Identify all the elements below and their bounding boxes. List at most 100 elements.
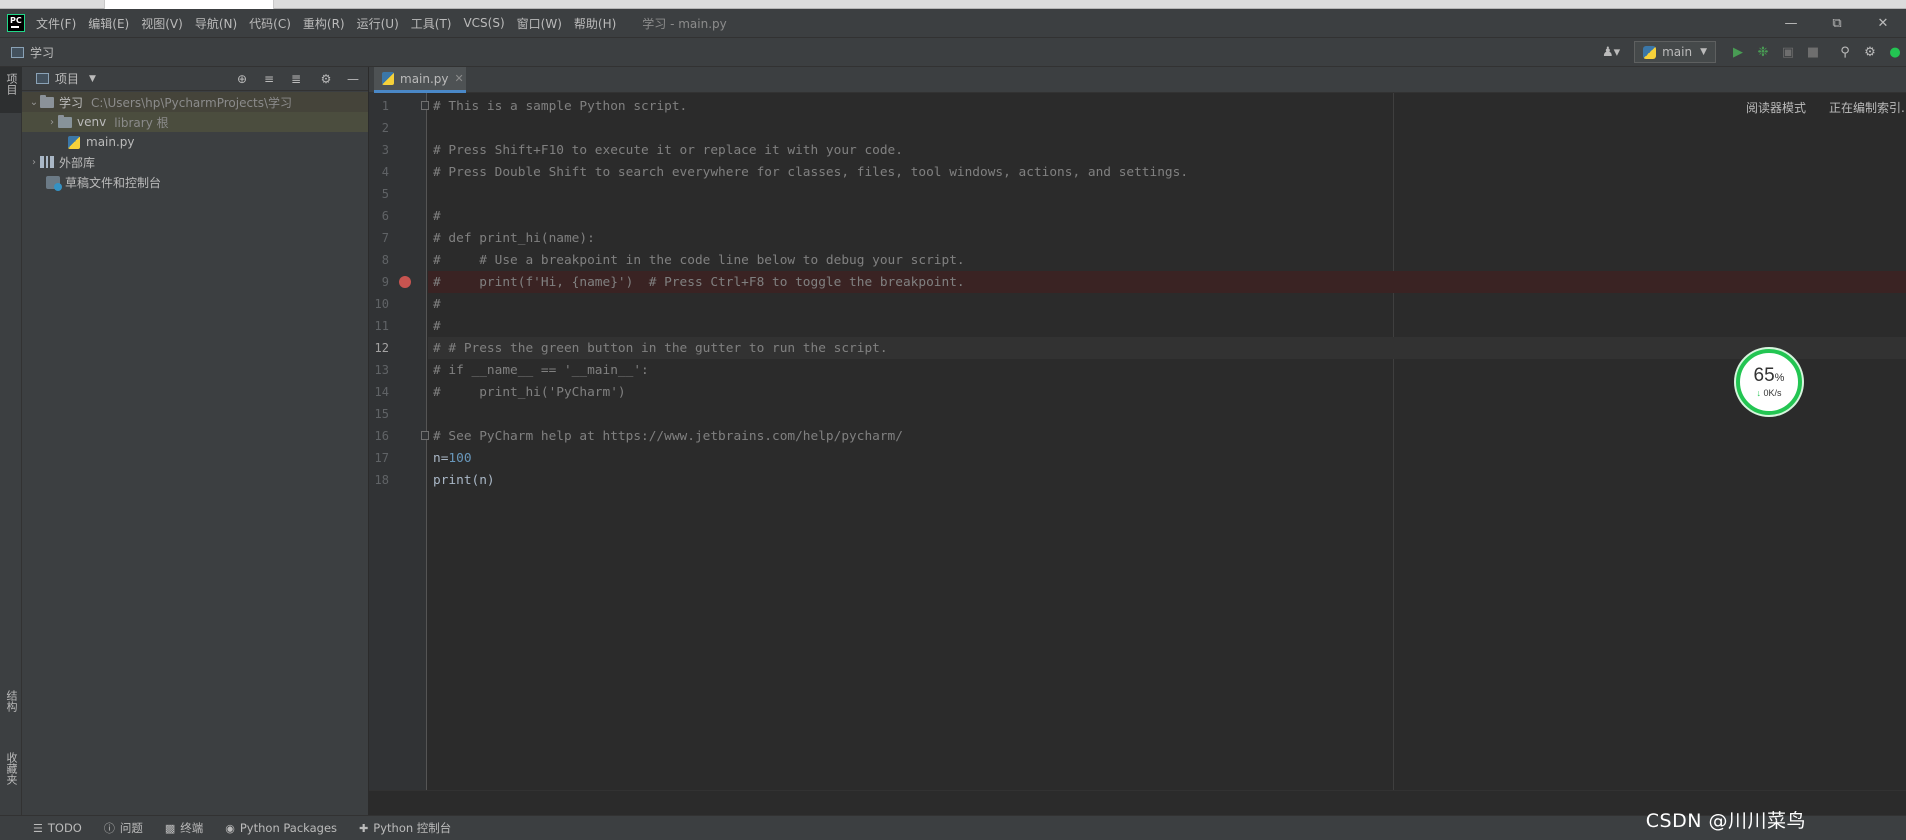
- tree-item-venv[interactable]: › venv library 根: [22, 112, 368, 132]
- line-number[interactable]: 5: [369, 187, 389, 201]
- python-packages-button[interactable]: ◉ Python Packages: [225, 821, 337, 835]
- todo-button[interactable]: ☰ TODO: [33, 821, 82, 835]
- browser-tab[interactable]: [104, 0, 274, 9]
- breakpoint-icon[interactable]: [399, 276, 411, 288]
- line-number[interactable]: 1: [369, 99, 389, 113]
- line-number[interactable]: 2: [369, 121, 389, 135]
- tab-main-py[interactable]: main.py ✕: [374, 67, 466, 93]
- code-line[interactable]: # def print_hi(name):: [433, 227, 595, 249]
- python-console-button[interactable]: ✚ Python 控制台: [359, 820, 451, 836]
- reader-mode-button[interactable]: 阅读器模式: [1746, 99, 1806, 116]
- menu-view[interactable]: 视图(V): [141, 15, 183, 32]
- tree-item-main-py[interactable]: main.py: [22, 132, 368, 152]
- menu-file[interactable]: 文件(F): [36, 15, 76, 32]
- menu-tools[interactable]: 工具(T): [411, 15, 452, 32]
- line-number[interactable]: 10: [369, 297, 389, 311]
- menu-refactor[interactable]: 重构(R): [303, 15, 345, 32]
- tab-favorites[interactable]: 收藏夹: [0, 746, 22, 808]
- tab-project[interactable]: 项目: [0, 67, 22, 113]
- collapse-all-icon[interactable]: ≣: [285, 68, 307, 90]
- project-panel-title[interactable]: 项目: [55, 70, 79, 87]
- menu-window[interactable]: 窗口(W): [517, 15, 562, 32]
- expand-all-icon[interactable]: ≡: [258, 68, 280, 90]
- hide-icon[interactable]: —: [342, 68, 364, 90]
- menu-help[interactable]: 帮助(H): [574, 15, 616, 32]
- stop-icon[interactable]: ■: [1802, 41, 1824, 63]
- network-speed-widget[interactable]: 65% ↓ 0K/s: [1736, 349, 1802, 415]
- code-line[interactable]: # Press Double Shift to search everywher…: [433, 161, 1188, 183]
- line-number[interactable]: 17: [369, 451, 389, 465]
- code-text: # print(f'Hi, {name}') # Press Ctrl+F8 t…: [433, 274, 965, 290]
- layers-icon: ◉: [225, 821, 235, 835]
- line-number[interactable]: 13: [369, 363, 389, 377]
- menu-run[interactable]: 运行(U): [357, 15, 399, 32]
- chevron-down-icon[interactable]: ▼: [89, 74, 96, 84]
- plugin-icon[interactable]: ●: [1884, 41, 1906, 63]
- terminal-button[interactable]: ▩ 终端: [165, 820, 203, 836]
- tree-item-label: main.py: [86, 135, 135, 149]
- tree-item-project-root[interactable]: ⌄ 学习 C:\Users\hp\PycharmProjects\学习: [22, 92, 368, 112]
- account-icon[interactable]: ♟▾: [1600, 41, 1622, 63]
- tree-item-library-root: library 根: [114, 115, 169, 130]
- line-number[interactable]: 4: [369, 165, 389, 179]
- tree-item-path: C:\Users\hp\PycharmProjects\学习: [91, 95, 293, 110]
- gear-icon[interactable]: ⚙: [315, 68, 337, 90]
- code-line[interactable]: #: [433, 315, 441, 337]
- python-console-label: Python 控制台: [373, 821, 452, 835]
- code-line[interactable]: # print(f'Hi, {name}') # Press Ctrl+F8 t…: [433, 271, 965, 293]
- run-config-selector[interactable]: main ▼: [1634, 41, 1716, 63]
- tree-item-external-libraries[interactable]: › 外部库: [22, 152, 368, 172]
- line-number[interactable]: 8: [369, 253, 389, 267]
- line-number[interactable]: 11: [369, 319, 389, 333]
- search-icon[interactable]: ⚲: [1834, 41, 1856, 63]
- code-line[interactable]: print(n): [433, 469, 495, 491]
- breadcrumb[interactable]: 学习: [30, 44, 54, 61]
- close-icon[interactable]: ✕: [1860, 9, 1906, 37]
- fold-marker-icon[interactable]: [421, 101, 429, 110]
- code-line[interactable]: # # Use a breakpoint in the code line be…: [433, 249, 965, 271]
- line-number[interactable]: 14: [369, 385, 389, 399]
- menu-edit[interactable]: 编辑(E): [88, 15, 129, 32]
- line-number[interactable]: 6: [369, 209, 389, 223]
- problems-button[interactable]: ⓘ 问题: [104, 820, 143, 836]
- run-config-label: main: [1662, 45, 1693, 59]
- menu-navigate[interactable]: 导航(N): [195, 15, 237, 32]
- right-margin-guide: [1393, 93, 1394, 790]
- line-number[interactable]: 12: [369, 341, 389, 355]
- code-line[interactable]: # if __name__ == '__main__':: [433, 359, 649, 381]
- code-line[interactable]: #: [433, 205, 441, 227]
- code-line[interactable]: # This is a sample Python script.: [433, 95, 687, 117]
- gear-icon[interactable]: ⚙: [1859, 41, 1881, 63]
- line-number[interactable]: 7: [369, 231, 389, 245]
- code-line[interactable]: n= 100: [433, 447, 472, 469]
- line-number[interactable]: 16: [369, 429, 389, 443]
- line-number[interactable]: 15: [369, 407, 389, 421]
- code-line[interactable]: #: [433, 293, 441, 315]
- code-line[interactable]: # print_hi('PyCharm'): [433, 381, 626, 403]
- fold-marker-icon[interactable]: [421, 431, 429, 440]
- close-icon[interactable]: ✕: [455, 72, 464, 85]
- chevron-right-icon[interactable]: ›: [28, 157, 40, 168]
- locate-icon[interactable]: ⊕: [231, 68, 253, 90]
- code-text: # Press Double Shift to search everywher…: [433, 164, 1189, 180]
- chevron-down-icon[interactable]: ⌄: [28, 97, 40, 108]
- run-icon[interactable]: ▶: [1727, 41, 1749, 63]
- tab-structure[interactable]: 结构: [0, 684, 22, 734]
- line-number[interactable]: 3: [369, 143, 389, 157]
- chevron-right-icon[interactable]: ›: [46, 117, 58, 128]
- code-text: #: [433, 208, 441, 224]
- debug-icon[interactable]: ❉: [1752, 41, 1774, 63]
- line-number[interactable]: 18: [369, 473, 389, 487]
- project-panel-tools: ⊕ ≡ ≣ ⚙ —: [226, 67, 364, 91]
- minimize-icon[interactable]: —: [1768, 9, 1814, 37]
- restore-icon[interactable]: ⧉: [1814, 9, 1860, 37]
- coverage-icon[interactable]: ▣: [1777, 41, 1799, 63]
- code-line[interactable]: # See PyCharm help at https://www.jetbra…: [433, 425, 903, 447]
- line-number[interactable]: 9: [369, 275, 389, 289]
- tree-item-scratches[interactable]: 草稿文件和控制台: [22, 172, 368, 192]
- tab-project-label: 项目: [5, 73, 18, 95]
- menu-code[interactable]: 代码(C): [249, 15, 291, 32]
- code-line[interactable]: # Press Shift+F10 to execute it or repla…: [433, 139, 903, 161]
- code-line[interactable]: # # Press the green button in the gutter…: [433, 337, 888, 359]
- menu-vcs[interactable]: VCS(S): [463, 16, 504, 30]
